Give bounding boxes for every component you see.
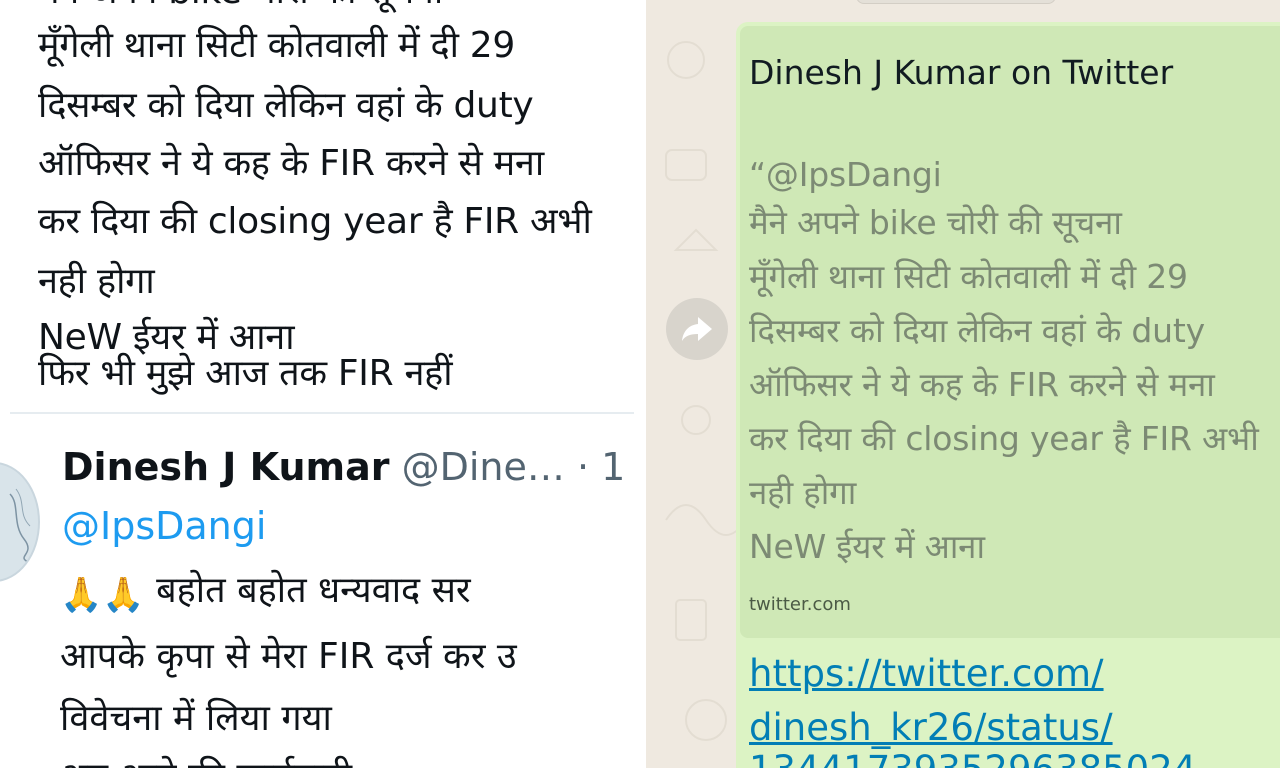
quoted-tweet-line: नही होगा <box>38 261 155 302</box>
forward-arrow-icon[interactable] <box>666 298 728 360</box>
whatsapp-screenshot: Dinesh J Kumar on Twitter “@IpsDangi मैन… <box>646 0 1280 768</box>
link-preview-text-line: ऑफिसर ने ये कह के FIR करने से मना <box>749 365 1215 404</box>
quoted-tweet-line: दिसम्बर को दिया लेकिन वहां के duty <box>38 85 534 126</box>
link-preview-title: Dinesh J Kumar on Twitter <box>749 53 1174 92</box>
tweet-text: बहोत बहोत धन्यवाद सर <box>156 570 471 611</box>
twitter-screenshot: मैंने अपने bike चोरी की सूचना मूँगेली था… <box>0 0 634 768</box>
date-pill <box>856 0 1056 4</box>
avatar[interactable] <box>0 462 40 582</box>
link-preview-text-line: मूँगेली थाना सिटी कोतवाली में दी 29 <box>749 257 1188 296</box>
tweet-text-line: अब आगे की कार्यवाही <box>60 754 352 768</box>
panel-separator <box>634 0 646 768</box>
link-preview-text-line: “@IpsDangi <box>749 155 942 194</box>
author-name[interactable]: Dinesh J Kumar <box>62 445 389 489</box>
avatar-sketch-icon <box>9 488 31 563</box>
quoted-tweet-line: मूँगेली थाना सिटी कोतवाली में दी 29 <box>38 25 515 66</box>
quoted-tweet-line: मैंने अपने bike चोरी की सूचना <box>38 0 443 14</box>
header-separator: · <box>576 445 590 489</box>
tweet-text-line: विवेचना में लिया गया <box>60 698 332 739</box>
link-preview-text-line: दिसम्बर को दिया लेकिन वहां के duty <box>749 311 1205 350</box>
quoted-tweet-line: कर दिया की closing year है FIR अभी <box>38 201 592 242</box>
quoted-tweet-line: ऑफिसर ने ये कह के FIR करने से मना <box>38 143 544 184</box>
link-preview-text-line: NeW ईयर में आना <box>749 527 985 566</box>
tweet-divider <box>10 412 634 414</box>
link-preview-text-line: मैने अपने bike चोरी की सूचना <box>749 203 1122 242</box>
tweet-header: Dinesh J Kumar @Dine… · 1 <box>62 443 625 491</box>
mention-link[interactable]: @IpsDangi <box>62 502 266 550</box>
message-link[interactable]: 1344173935296385024 <box>749 742 1196 768</box>
author-handle[interactable]: @Dine… <box>402 445 565 489</box>
tweet-text-line: आपके कृपा से मेरा FIR दर्ज कर उ <box>60 636 517 677</box>
link-preview-text-line: नही होगा <box>749 473 857 512</box>
tweet-text-line: 🙏🙏 बहोत बहोत धन्यवाद सर <box>60 568 471 618</box>
quoted-tweet-line: फिर भी मुझे आज तक FIR नहीं <box>38 353 453 394</box>
link-preview-text-line: कर दिया की closing year है FIR अभी <box>749 419 1259 458</box>
message-link[interactable]: https://twitter.com/ <box>749 646 1104 702</box>
link-preview-domain: twitter.com <box>749 594 851 615</box>
tweet-time[interactable]: 1 <box>601 445 625 489</box>
folded-hands-icon: 🙏🙏 <box>60 575 145 615</box>
